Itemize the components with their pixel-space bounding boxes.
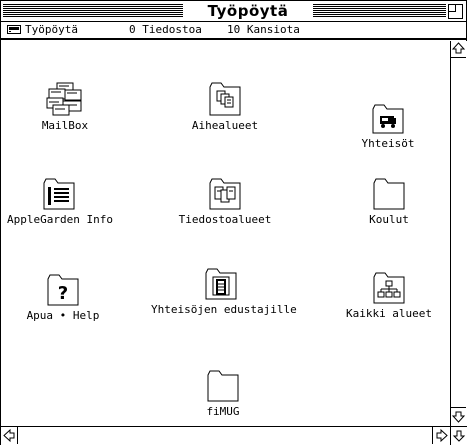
resize-box[interactable] [450, 426, 467, 445]
scroll-left-arrow-icon[interactable] [2, 428, 17, 443]
item-kaikki-alueet[interactable]: Kaikki alueet [345, 271, 433, 320]
folder-network-icon [373, 272, 405, 304]
file-count: 0 Tiedostoa [129, 23, 202, 36]
scroll-up-arrow-icon[interactable] [451, 41, 466, 56]
scroll-down-arrow-icon[interactable] [452, 429, 466, 443]
zoom-box-icon[interactable] [448, 4, 463, 19]
mailbox-icon [46, 82, 82, 116]
item-koulut[interactable]: Koulut [359, 177, 419, 226]
folder-icon [207, 370, 239, 402]
item-yhteisojen-edustajille[interactable]: Yhteisöjen edustajille [151, 265, 297, 316]
item-mailbox[interactable]: MailBox [25, 81, 105, 132]
item-apua-help[interactable]: ? Apua • Help [23, 273, 103, 322]
folder-truck-icon [372, 104, 404, 134]
item-label: Yhteisöt [361, 137, 415, 150]
vertical-scrollbar[interactable] [450, 41, 467, 426]
disk-name: Työpöytä [25, 23, 78, 36]
item-label: Koulut [369, 213, 409, 226]
scroll-down-arrow-icon[interactable] [451, 409, 466, 424]
svg-text:?: ? [58, 283, 68, 304]
item-fimug[interactable]: fiMUG [193, 369, 253, 418]
item-applegarden-info[interactable]: AppleGarden Info [7, 177, 113, 226]
folder-icon [373, 178, 405, 210]
item-tiedostoalueet[interactable]: Tiedostoalueet [177, 175, 273, 226]
folder-question-icon: ? [47, 274, 79, 306]
folder-count: 10 Kansiota [227, 23, 300, 36]
window-title: Työpöytä [186, 1, 310, 21]
info-bar: Työpöytä 0 Tiedostoa 10 Kansiota [1, 22, 466, 39]
finder-window: Työpöytä Työpöytä 0 Tiedostoa 10 Kansiot… [0, 0, 467, 445]
item-label: Tiedostoalueet [178, 213, 272, 226]
divider [1, 39, 466, 40]
item-label: AppleGarden Info [7, 213, 113, 226]
item-label: fiMUG [206, 405, 240, 418]
horizontal-scrollbar[interactable] [1, 426, 450, 445]
item-yhteisot[interactable]: Yhteisöt [353, 103, 423, 150]
hard-disk-icon [7, 25, 21, 34]
folder-list-icon [43, 178, 75, 210]
title-bar-stripes [313, 4, 446, 17]
item-label: MailBox [41, 119, 89, 132]
folder-building-icon [205, 268, 237, 300]
item-aihealueet[interactable]: Aihealueet [185, 79, 265, 132]
title-bar-stripes [3, 4, 183, 17]
item-label: Kaikki alueet [345, 307, 433, 320]
title-bar[interactable]: Työpöytä [1, 1, 466, 22]
item-label: Yhteisöjen edustajille [151, 303, 297, 316]
folder-documents-icon [209, 82, 241, 116]
item-label: Aihealueet [191, 119, 259, 132]
icon-view: MailBox Aihealueet Yhteisöt AppleGarden … [1, 43, 450, 426]
scroll-right-arrow-icon[interactable] [434, 428, 449, 443]
folder-files-icon [209, 178, 241, 210]
item-label: Apua • Help [26, 309, 100, 322]
